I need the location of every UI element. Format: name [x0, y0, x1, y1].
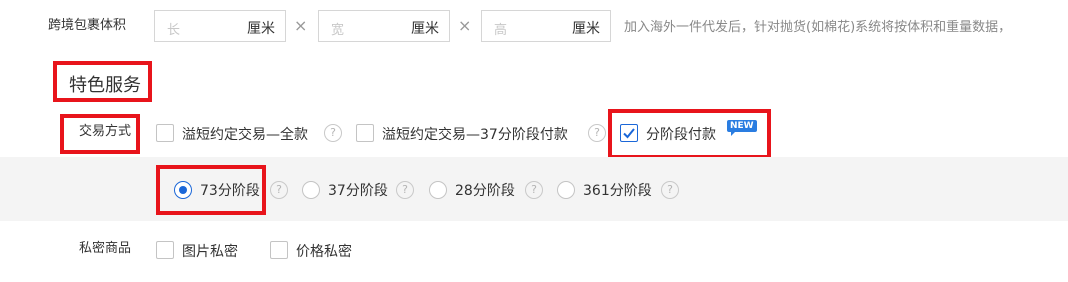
staged-payment-checkbox[interactable]: [620, 124, 638, 142]
width-unit: 厘米: [411, 21, 439, 37]
stage-37-payment-label[interactable]: 溢短约定交易—37分阶段付款: [382, 124, 568, 144]
image-private-checkbox[interactable]: [156, 241, 174, 259]
times-symbol: ×: [458, 16, 472, 35]
length-placeholder: 长: [167, 23, 181, 38]
help-icon[interactable]: ?: [324, 124, 342, 142]
help-icon[interactable]: ?: [661, 181, 679, 199]
new-badge: NEW: [727, 120, 757, 136]
volume-hint: 加入海外一件代发后，针对抛货(如棉花)系统将按体积和重量数据，: [624, 20, 1012, 35]
length-input[interactable]: 长 厘米: [154, 10, 286, 42]
width-placeholder: 宽: [331, 23, 345, 38]
height-placeholder: 高: [494, 23, 508, 38]
times-symbol: ×: [294, 16, 308, 35]
private-goods-label: 私密商品: [79, 241, 132, 256]
stage-73-radio[interactable]: [174, 181, 192, 199]
full-payment-checkbox[interactable]: [156, 124, 174, 142]
width-input[interactable]: 宽 厘米: [318, 10, 450, 42]
price-private-checkbox[interactable]: [270, 241, 288, 259]
stage-361-radio[interactable]: [557, 181, 575, 199]
help-icon[interactable]: ?: [588, 124, 606, 142]
length-unit: 厘米: [247, 21, 275, 37]
full-payment-label[interactable]: 溢短约定交易—全款: [182, 124, 308, 144]
height-input[interactable]: 高 厘米: [481, 10, 611, 42]
checkmark-icon: [623, 128, 635, 139]
help-icon[interactable]: ?: [525, 181, 543, 199]
trade-mode-label: 交易方式: [79, 124, 132, 139]
price-private-label[interactable]: 价格私密: [296, 241, 352, 261]
image-private-label[interactable]: 图片私密: [182, 241, 238, 261]
stage-37-payment-checkbox[interactable]: [356, 124, 374, 142]
stage-37-radio[interactable]: [302, 181, 320, 199]
help-icon[interactable]: ?: [396, 181, 414, 199]
volume-label: 跨境包裹体积: [48, 18, 127, 33]
staged-payment-label[interactable]: 分阶段付款: [646, 124, 716, 144]
help-icon[interactable]: ?: [270, 181, 288, 199]
stage-361-label[interactable]: 361分阶段: [583, 180, 652, 200]
stage-37-label[interactable]: 37分阶段: [328, 180, 388, 200]
stage-73-label[interactable]: 73分阶段: [200, 180, 260, 200]
special-service-title: 特色服务: [69, 75, 141, 96]
stage-28-radio[interactable]: [429, 181, 447, 199]
height-unit: 厘米: [572, 21, 600, 37]
stage-28-label[interactable]: 28分阶段: [455, 180, 515, 200]
